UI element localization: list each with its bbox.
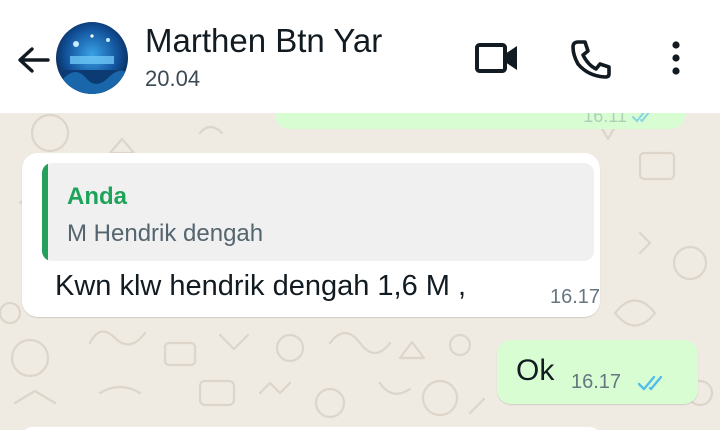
incoming-message-bubble[interactable]: Anda M Hendrik dengah Kwn klw hendrik de… — [22, 153, 600, 317]
read-receipt-icon — [637, 373, 669, 398]
avatar[interactable] — [56, 22, 128, 94]
previous-message-bubble[interactable]: 16.11 — [275, 113, 685, 129]
message-time: 16.11 — [583, 113, 627, 126]
more-options-icon[interactable] — [665, 38, 687, 83]
quoted-author: Anda — [67, 183, 127, 210]
back-arrow-icon[interactable] — [14, 40, 54, 80]
quoted-reply[interactable]: Anda M Hendrik dengah — [42, 163, 594, 261]
phone-icon[interactable] — [569, 38, 613, 85]
quote-accent-bar — [42, 163, 48, 261]
message-time: 16.17 — [550, 286, 601, 308]
message-time: 16.17 — [571, 371, 622, 393]
contact-status: 20.04 — [145, 66, 201, 91]
read-receipt-icon — [631, 113, 657, 129]
contact-name[interactable]: Marthen Btn Yar — [145, 22, 382, 60]
chat-header: Marthen Btn Yar 20.04 — [0, 0, 720, 113]
message-text: Kwn klw hendrik dengah 1,6 M , — [55, 270, 467, 302]
message-text: Ok — [516, 354, 555, 387]
outgoing-message-bubble[interactable]: Ok 16.17 — [497, 340, 698, 404]
video-call-icon[interactable] — [474, 38, 520, 83]
message-list[interactable]: 16.11 Anda M Hendrik dengah Kwn klw hend… — [0, 113, 720, 430]
quoted-text: M Hendrik dengah — [67, 220, 264, 247]
